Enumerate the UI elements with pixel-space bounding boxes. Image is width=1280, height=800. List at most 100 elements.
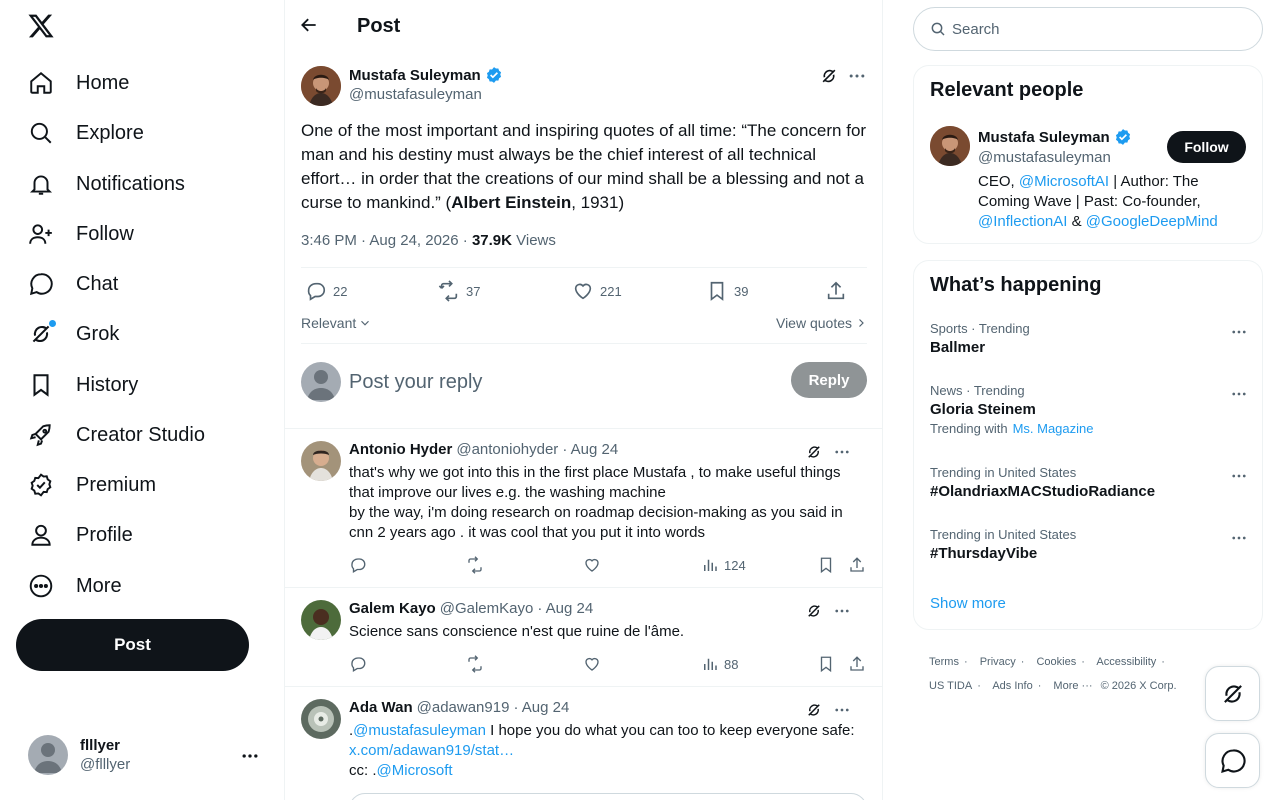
mention-link[interactable]: @mustafasuleyman [353, 722, 486, 739]
bell-icon [26, 169, 56, 199]
reply-date[interactable]: · Aug 24 [537, 600, 593, 617]
avatar[interactable] [930, 126, 970, 166]
back-arrow-icon[interactable] [299, 15, 323, 39]
avatar[interactable] [301, 699, 341, 739]
messages-fab-button[interactable] [1205, 733, 1260, 788]
reply-author-name[interactable]: Antonio Hyder [349, 441, 452, 458]
grok-fab-button[interactable] [1205, 666, 1260, 721]
grok-icon[interactable] [805, 701, 823, 719]
repost-button[interactable] [466, 655, 484, 673]
like-button[interactable] [583, 655, 601, 673]
footer-terms[interactable]: Terms [929, 656, 959, 668]
person-name[interactable]: Mustafa Suleyman [978, 128, 1132, 146]
show-more-link[interactable]: Show more [930, 595, 1006, 612]
footer-privacy[interactable]: Privacy [980, 656, 1016, 668]
share-button[interactable] [848, 556, 866, 574]
more-icon[interactable] [240, 746, 260, 766]
share-button[interactable] [825, 280, 847, 302]
mention-link[interactable]: @GoogleDeepMind [1086, 213, 1218, 230]
main-column: Post Mustafa Suleyman @mustafasuleyman O… [284, 0, 883, 800]
more-icon[interactable] [847, 66, 867, 86]
reply-button[interactable]: 22 [305, 280, 347, 302]
reply-author-name[interactable]: Ada Wan [349, 699, 413, 716]
mention-link[interactable]: @InflectionAI [978, 213, 1067, 230]
footer-more[interactable]: More ··· [1053, 680, 1092, 692]
view-quotes-link[interactable]: View quotes [776, 315, 867, 331]
trend-item[interactable]: News · Trending Gloria Steinem Trending … [930, 383, 1248, 436]
reply-author-handle[interactable]: @GalemKayo [440, 600, 534, 617]
reply-date[interactable]: · Aug 24 [513, 699, 569, 716]
footer-cookies[interactable]: Cookies [1036, 656, 1076, 668]
mention-link[interactable]: @Microsoft [377, 762, 453, 779]
search-bar[interactable] [913, 7, 1263, 51]
grok-icon[interactable] [805, 443, 823, 461]
share-button[interactable] [848, 655, 866, 673]
footer-ads-info[interactable]: Ads Info [992, 680, 1032, 692]
views-button[interactable]: 88 [701, 655, 738, 673]
repost-button[interactable] [466, 556, 484, 574]
nav-more[interactable]: More [26, 566, 122, 606]
reply-button[interactable] [349, 655, 367, 673]
reply-author-name[interactable]: Galem Kayo [349, 600, 436, 617]
footer-accessibility[interactable]: Accessibility [1096, 656, 1156, 668]
sort-relevant-dropdown[interactable]: Relevant [301, 315, 372, 331]
trend-context-link[interactable]: Ms. Magazine [1013, 421, 1094, 436]
more-icon[interactable] [1230, 385, 1248, 403]
nav-premium[interactable]: Premium [26, 465, 156, 505]
page-header: Post [285, 0, 882, 54]
avatar[interactable] [301, 600, 341, 640]
x-logo[interactable] [26, 12, 58, 44]
more-icon[interactable] [1230, 529, 1248, 547]
author-handle[interactable]: @mustafasuleyman [349, 86, 482, 103]
reply-author-handle[interactable]: @adawan919 [417, 699, 510, 716]
more-icon[interactable] [833, 602, 851, 620]
bookmark-button[interactable] [817, 655, 835, 673]
more-icon[interactable] [833, 701, 851, 719]
nav-creator-studio[interactable]: Creator Studio [26, 415, 205, 455]
repost-button[interactable]: 37 [438, 280, 480, 302]
more-icon[interactable] [1230, 323, 1248, 341]
nav-chat[interactable]: Chat [26, 264, 118, 304]
footer-ads[interactable]: US TIDA [929, 680, 972, 692]
tweet-actions: 22 37 221 39 [301, 280, 867, 304]
account-switcher[interactable]: flllyer @flllyer [16, 724, 268, 786]
views-button[interactable]: 124 [701, 556, 746, 574]
trend-item[interactable]: Sports · Trending Ballmer [930, 321, 1248, 356]
reply-author-handle[interactable]: @antoniohyder [456, 441, 558, 458]
nav-history[interactable]: History [26, 365, 138, 405]
nav-explore[interactable]: Explore [26, 113, 144, 153]
reply-date[interactable]: · Aug 24 [562, 441, 618, 458]
reply-input[interactable] [349, 366, 769, 398]
follow-button[interactable]: Follow [1167, 131, 1246, 163]
nav-follow[interactable]: Follow [26, 214, 134, 254]
tweet-timestamp[interactable]: 3:46 PM · Aug 24, 2026 · [301, 232, 472, 249]
grok-icon [26, 319, 56, 349]
more-icon[interactable] [1230, 467, 1248, 485]
post-button[interactable]: Post [16, 619, 249, 671]
trend-item[interactable]: Trending in United States #OlandriaxMACS… [930, 465, 1248, 500]
nav-profile[interactable]: Profile [26, 515, 133, 555]
url-link[interactable]: x.com/adawan919/stat… [349, 742, 514, 759]
repost-icon [438, 280, 460, 302]
nav-grok[interactable]: Grok [26, 314, 119, 354]
author-name[interactable]: Mustafa Suleyman [349, 66, 503, 84]
mention-link[interactable]: @MicrosoftAI [1019, 173, 1109, 190]
like-button[interactable]: 221 [572, 280, 622, 302]
quoted-post-card[interactable] [349, 793, 867, 800]
grok-icon[interactable] [819, 66, 839, 86]
bookmark-button[interactable] [817, 556, 835, 574]
reply-button[interactable] [349, 556, 367, 574]
avatar[interactable] [301, 66, 341, 106]
reply-submit-button[interactable]: Reply [791, 362, 867, 398]
like-button[interactable] [583, 556, 601, 574]
nav-notifications[interactable]: Notifications [26, 164, 185, 204]
search-input[interactable] [952, 20, 1232, 38]
nav-home[interactable]: Home [26, 63, 129, 103]
person-handle[interactable]: @mustafasuleyman [978, 149, 1111, 166]
grok-icon[interactable] [805, 602, 823, 620]
avatar[interactable] [301, 441, 341, 481]
view-quotes-label: View quotes [775, 315, 852, 331]
trend-item[interactable]: Trending in United States #ThursdayVibe [930, 527, 1248, 562]
bookmark-button[interactable]: 39 [706, 280, 748, 302]
more-icon[interactable] [833, 443, 851, 461]
